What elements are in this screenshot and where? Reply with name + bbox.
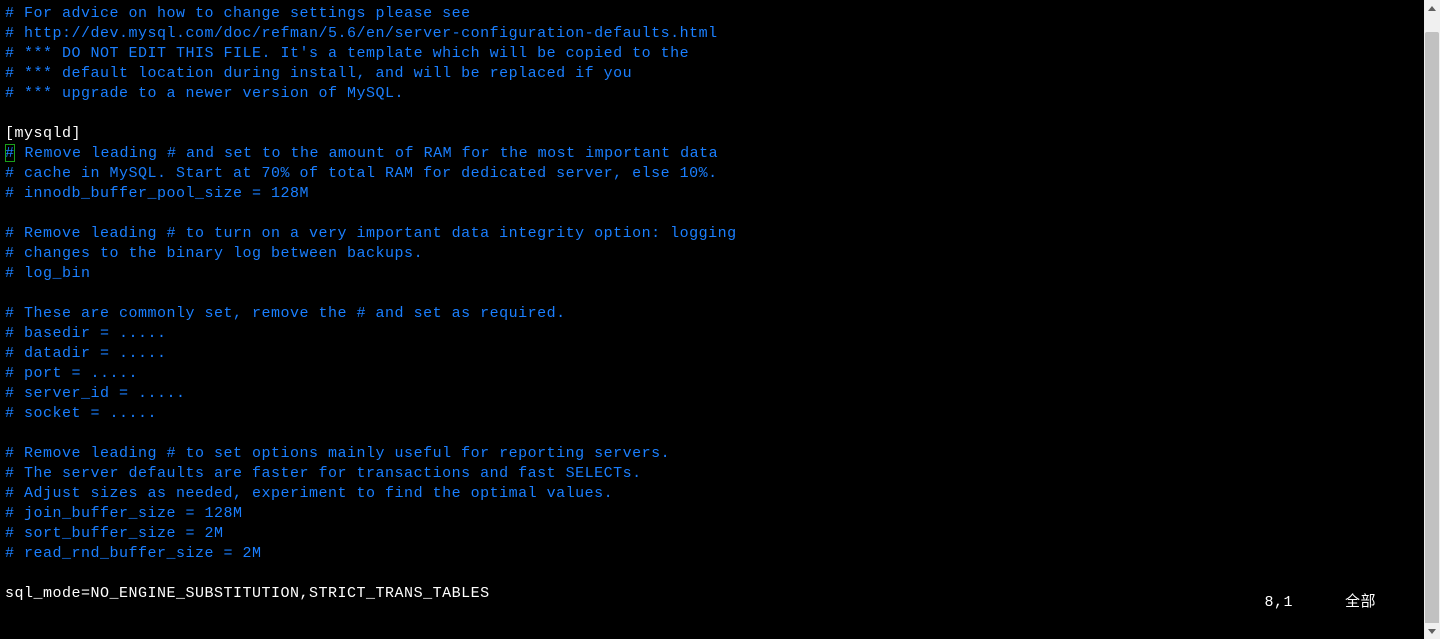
cursor-position: 8,1 [1264, 593, 1293, 613]
scroll-up-button[interactable] [1424, 0, 1440, 16]
file-line: # Remove leading # and set to the amount… [5, 144, 1424, 164]
file-line: # http://dev.mysql.com/doc/refman/5.6/en… [5, 24, 1424, 44]
vertical-scrollbar[interactable] [1424, 0, 1440, 639]
file-line: # log_bin [5, 264, 1424, 284]
file-line: # changes to the binary log between back… [5, 244, 1424, 264]
status-bar: 8,1 全部 [0, 593, 1408, 613]
file-line: [mysqld] [5, 124, 1424, 144]
arrow-down-icon [1428, 629, 1436, 634]
file-line: # The server defaults are faster for tra… [5, 464, 1424, 484]
file-line: # basedir = ..... [5, 324, 1424, 344]
file-line: # socket = ..... [5, 404, 1424, 424]
file-line: # *** DO NOT EDIT THIS FILE. It's a temp… [5, 44, 1424, 64]
file-line: # *** upgrade to a newer version of MySQ… [5, 84, 1424, 104]
file-line: # port = ..... [5, 364, 1424, 384]
scrollbar-thumb[interactable] [1425, 32, 1439, 627]
scrollbar-track[interactable] [1424, 16, 1440, 623]
file-line: # cache in MySQL. Start at 70% of total … [5, 164, 1424, 184]
file-line: # datadir = ..... [5, 344, 1424, 364]
file-line: # read_rnd_buffer_size = 2M [5, 544, 1424, 564]
file-line: # Adjust sizes as needed, experiment to … [5, 484, 1424, 504]
file-line [5, 564, 1424, 584]
file-line: # These are commonly set, remove the # a… [5, 304, 1424, 324]
file-line: # innodb_buffer_pool_size = 128M [5, 184, 1424, 204]
text-cursor: # [5, 144, 15, 162]
file-lines: # For advice on how to change settings p… [5, 4, 1424, 604]
file-line [5, 104, 1424, 124]
file-line: # server_id = ..... [5, 384, 1424, 404]
file-line: # join_buffer_size = 128M [5, 504, 1424, 524]
file-line: # Remove leading # to set options mainly… [5, 444, 1424, 464]
file-line [5, 424, 1424, 444]
editor-viewport[interactable]: # For advice on how to change settings p… [0, 0, 1424, 639]
view-extent-label: 全部 [1345, 593, 1376, 613]
file-line [5, 204, 1424, 224]
file-line [5, 284, 1424, 304]
scroll-down-button[interactable] [1424, 623, 1440, 639]
file-line: # *** default location during install, a… [5, 64, 1424, 84]
file-line: # Remove leading # to turn on a very imp… [5, 224, 1424, 244]
file-line: # For advice on how to change settings p… [5, 4, 1424, 24]
arrow-up-icon [1428, 6, 1436, 11]
file-line: # sort_buffer_size = 2M [5, 524, 1424, 544]
